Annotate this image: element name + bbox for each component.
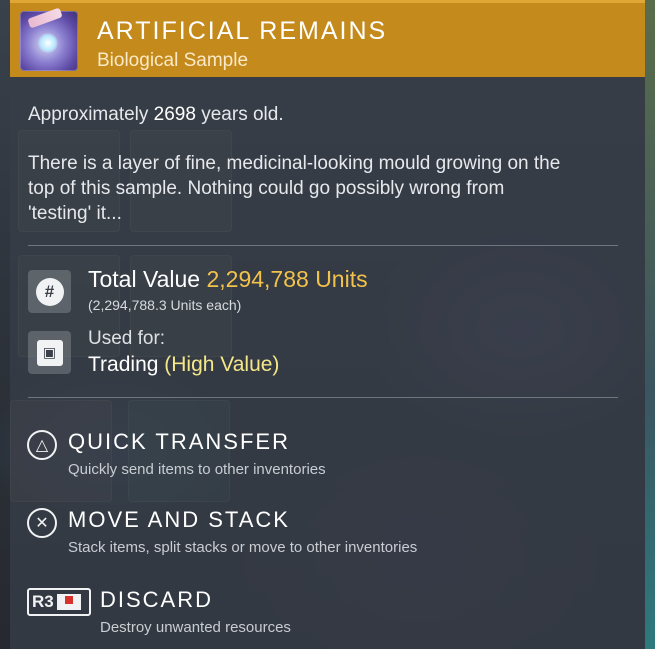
divider (28, 397, 618, 398)
tooltip-header: ARTIFICIAL REMAINS Biological Sample (10, 0, 645, 77)
sample-jar-icon (20, 7, 78, 71)
move-and-stack-label: MOVE AND STACK (68, 507, 290, 532)
item-tooltip-panel: ARTIFICIAL REMAINS Biological Sample App… (10, 0, 645, 649)
used-for-label: Used for: (88, 328, 166, 349)
quick-transfer-hint: Quickly send items to other inventories (68, 461, 326, 478)
move-and-stack-hint: Stack items, split stacks or move to oth… (68, 539, 418, 556)
unit-value-each: (2,294,788.3 Units each) (88, 297, 242, 313)
used-for-value: Trading (High Value) (88, 353, 280, 376)
r3-button-icon: R3 (27, 588, 91, 616)
item-title: ARTIFICIAL REMAINS (97, 17, 388, 45)
chip-icon: ▣ (28, 331, 71, 374)
item-age: Approximately 2698 years old. (28, 104, 284, 125)
divider (28, 245, 618, 246)
item-subtitle: Biological Sample (97, 50, 249, 71)
cross-button-icon: ✕ (27, 508, 57, 538)
total-value-amount: 2,294,788 Units (206, 266, 368, 292)
triangle-button-icon: △ (27, 430, 57, 460)
item-description: There is a layer of fine, medicinal-look… (28, 153, 561, 224)
total-value: Total Value 2,294,788 Units (88, 266, 368, 292)
age-value: 2698 (153, 104, 196, 125)
units-icon: # (28, 270, 71, 313)
discard-hint: Destroy unwanted resources (100, 619, 291, 636)
discard-label: DISCARD (100, 587, 214, 612)
right-edge-strip (645, 0, 655, 649)
quick-transfer-label: QUICK TRANSFER (68, 429, 290, 454)
